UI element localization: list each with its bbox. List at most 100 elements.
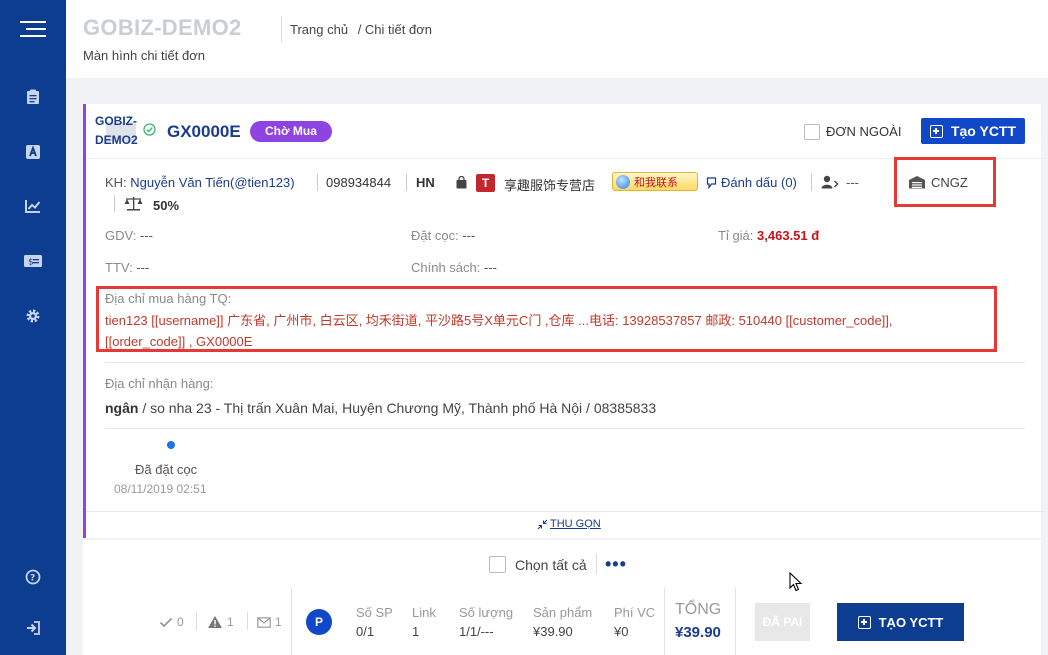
assignee-value: --- <box>846 175 859 190</box>
col-value-product: ¥39.90 <box>533 624 573 639</box>
ratio-value: 50% <box>153 198 180 213</box>
timeline-status: Đã đặt cọc <box>135 462 198 477</box>
create-yctt-button-bottom[interactable]: TẠO YCTT <box>837 603 964 641</box>
order-items-panel: Chọn tất cả ••• 0 1 1 P Số SP 0/1 Link 1… <box>83 540 1041 655</box>
contact-seller-button[interactable]: 和我联系 <box>612 172 698 191</box>
highlight-box-address <box>96 286 997 352</box>
total-label: TỔNG <box>675 601 722 618</box>
sidebar: $ ? <box>0 0 66 655</box>
page-header: GOBIZ-DEMO2 Màn hình chi tiết đơn Trang … <box>66 0 1048 78</box>
collapse-label: THU GỌN <box>550 518 601 530</box>
collapse-link[interactable]: THU GỌN <box>537 518 601 530</box>
brand-title: GOBIZ-DEMO2 <box>83 15 242 40</box>
separator <box>735 588 736 655</box>
warning-icon <box>208 616 222 628</box>
envelope-icon <box>257 616 271 628</box>
bookmark-link[interactable]: Đánh dấu (0) <box>721 175 797 190</box>
avatar: P <box>306 609 332 635</box>
receiver-name: ngân <box>105 400 139 416</box>
store-name[interactable]: 享趣服饰专营店 <box>504 175 595 194</box>
stat-messages: 1 <box>257 615 282 629</box>
separator <box>114 195 115 212</box>
paid-button[interactable]: ĐÃ PAI <box>755 603 810 641</box>
chat-globe-icon <box>616 174 630 189</box>
checkmark-icon <box>159 617 173 627</box>
header-divider <box>281 16 282 42</box>
separator <box>811 174 812 191</box>
divider <box>105 362 1025 363</box>
status-badge: Chờ Mua <box>250 121 332 142</box>
bookmark-icon <box>706 177 717 189</box>
timeline-dot <box>167 441 175 449</box>
help-icon[interactable]: ? <box>0 562 66 592</box>
total-value: ¥39.90 <box>675 624 721 641</box>
plus-icon <box>929 124 943 138</box>
verified-check-icon <box>143 123 156 136</box>
user-assign-icon <box>821 175 839 189</box>
separator <box>317 174 318 191</box>
mouse-cursor-icon <box>789 572 803 592</box>
clipboard-icon[interactable] <box>0 82 66 112</box>
policy-field: Chính sách: --- <box>411 260 497 275</box>
breadcrumb-home[interactable]: Trang chủ <box>290 22 348 37</box>
gear-icon[interactable] <box>0 301 66 331</box>
create-yctt-label-bottom: TẠO YCTT <box>878 614 944 630</box>
receive-address: ngân / so nha 23 - Thị trấn Xuân Mai, Hu… <box>105 400 656 416</box>
select-all-checkbox[interactable] <box>489 556 506 573</box>
col-label-product: Sản phẩm <box>533 605 593 620</box>
contact-seller-label: 和我联系 <box>634 176 678 189</box>
separator <box>291 588 292 655</box>
customer-info: KH: Nguyễn Văn Tiến(@tien123) <box>105 175 295 190</box>
collapse-arrows-icon <box>537 519 548 529</box>
page-subtitle: Màn hình chi tiết đơn <box>83 48 205 63</box>
select-all-label: Chọn tất cả <box>515 557 587 573</box>
customer-link[interactable]: Nguyễn Văn Tiến(@tien123) <box>130 175 294 190</box>
customer-city: HN <box>416 175 435 190</box>
logout-icon[interactable] <box>0 613 66 643</box>
timeline-time: 08/11/2019 02:51 <box>114 482 207 496</box>
store-badge-icon: T <box>476 174 495 192</box>
separator <box>247 612 248 630</box>
col-value-sp: 0/1 <box>356 624 375 639</box>
breadcrumb: Trang chủ / Chi tiết đơn <box>290 22 438 37</box>
breadcrumb-current: / Chi tiết đơn <box>357 22 432 37</box>
shop-name: GOBIZ-DEMO2 <box>95 114 138 147</box>
svg-text:?: ? <box>30 574 35 584</box>
letter-a-icon[interactable] <box>0 137 66 167</box>
separator <box>406 174 407 191</box>
customer-phone: 098934844 <box>326 175 392 190</box>
menu-icon[interactable] <box>0 14 66 44</box>
more-options-icon[interactable]: ••• <box>605 554 627 575</box>
stat-checks: 0 <box>159 615 184 629</box>
create-yctt-button[interactable]: Tạo YCTT <box>921 118 1025 144</box>
separator <box>196 612 197 630</box>
shopping-bag-icon <box>456 176 467 189</box>
warehouse-icon <box>909 176 925 189</box>
col-label-qty: Số lượng <box>459 605 514 620</box>
separator <box>664 588 665 655</box>
create-yctt-label: Tạo YCTT <box>950 123 1017 139</box>
chart-icon[interactable] <box>0 191 66 221</box>
col-value-shipping: ¥0 <box>614 624 629 639</box>
col-value-link: 1 <box>412 624 420 639</box>
money-icon[interactable]: $ <box>0 246 66 276</box>
ttv-field: TTV: --- <box>105 260 150 275</box>
order-code: GX0000E <box>167 122 241 141</box>
separator <box>596 554 597 574</box>
receive-address-label: Địa chỉ nhận hàng: <box>105 376 214 391</box>
deposit-field: Đặt cọc: --- <box>411 228 476 243</box>
svg-text:$: $ <box>28 258 34 268</box>
divider <box>105 428 1025 429</box>
order-card: GOBIZ-DEMO2 GX0000E Chờ Mua ĐƠN NGOÀI Tạ… <box>83 104 1044 538</box>
plus-icon <box>857 615 871 629</box>
warehouse-code: CNGZ <box>931 175 968 190</box>
col-label-sp: Số SP <box>356 605 393 620</box>
divider <box>86 511 1044 512</box>
gdv-field: GDV: --- <box>105 228 153 243</box>
exchange-rate-value: 3,463.51 đ <box>757 228 820 243</box>
external-order-checkbox[interactable] <box>804 124 820 140</box>
col-label-link: Link <box>412 605 436 620</box>
receiver-address-detail: / so nha 23 - Thị trấn Xuân Mai, Huyện C… <box>138 400 657 416</box>
customer-prefix: KH: <box>105 175 127 190</box>
external-order-label: ĐƠN NGOÀI <box>826 124 902 139</box>
